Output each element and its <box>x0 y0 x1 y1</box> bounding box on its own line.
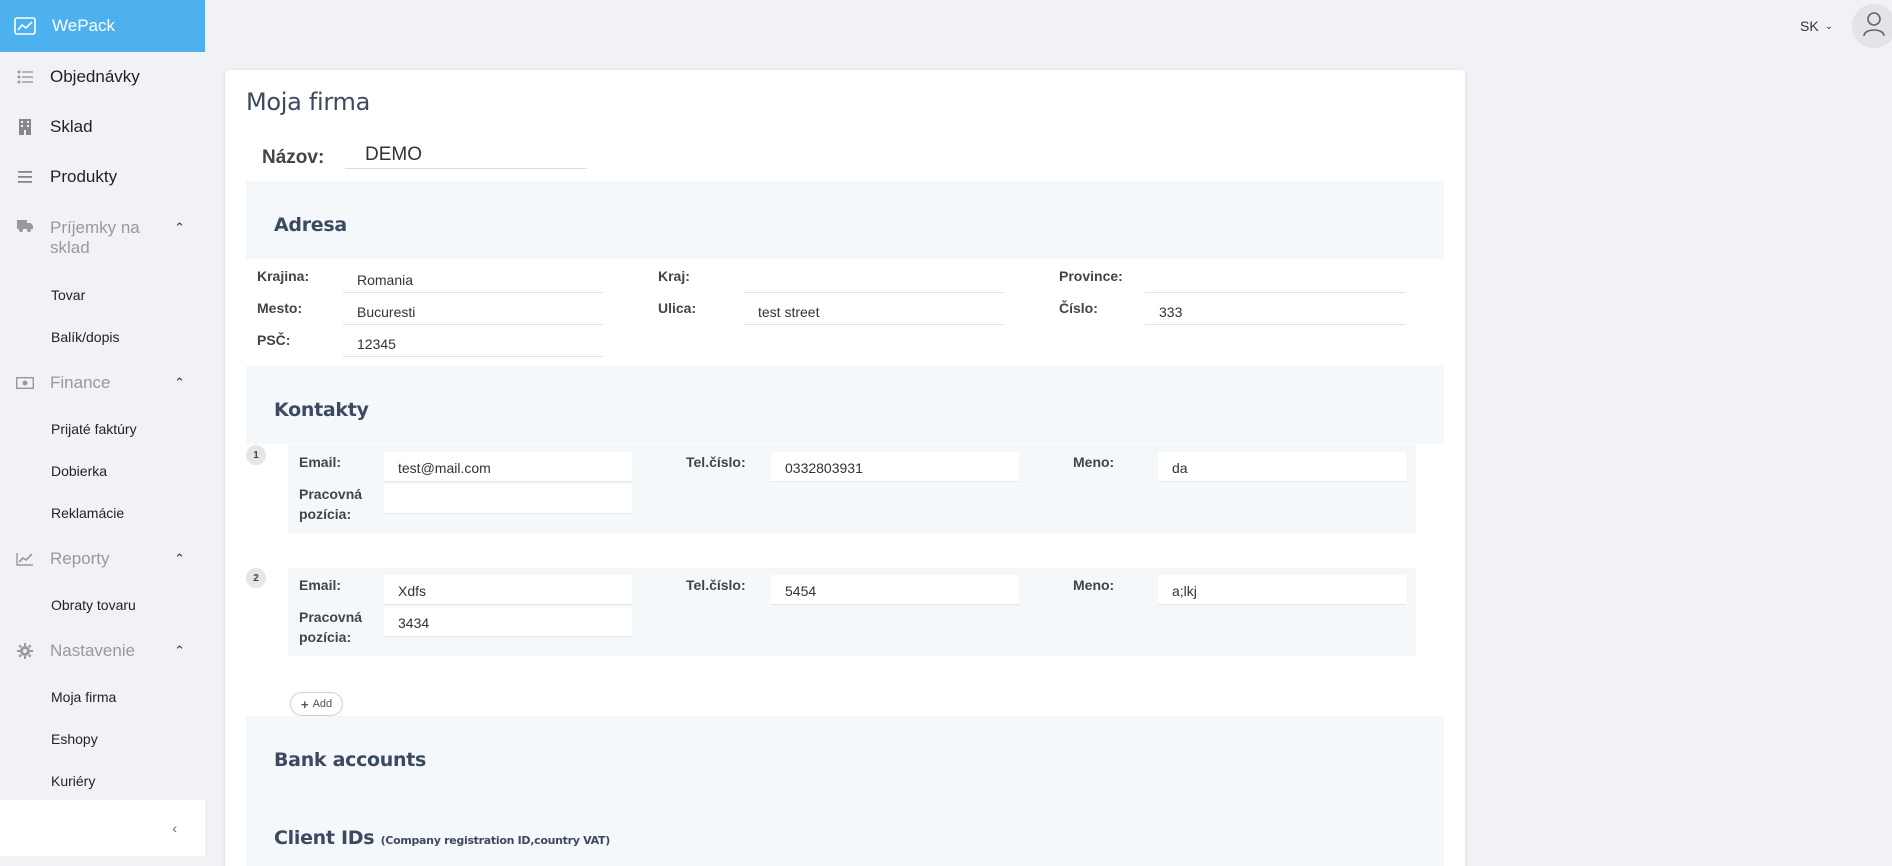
company-name-row: Názov: DEMO <box>262 144 587 169</box>
chart-icon <box>14 16 38 36</box>
sidebar-group-settings[interactable]: Nastavenie ⌃ <box>0 626 205 676</box>
sidebar-group-receipts[interactable]: Príjemky na sklad ⌃ <box>0 202 205 274</box>
sidebar-item-turnover[interactable]: Obraty tovaru <box>0 584 205 626</box>
add-contact-label: Add <box>312 698 333 710</box>
phone-label: Tel.číslo: <box>686 577 746 593</box>
sidebar-item-couriers[interactable]: Kuriéry <box>0 760 205 802</box>
line-chart-icon <box>14 552 36 566</box>
menu-icon <box>14 171 36 183</box>
position-label-line1: Pracovná <box>299 609 363 625</box>
sidebar-item-label: Objednávky <box>50 67 140 86</box>
contacts-section-header: Kontakty <box>246 366 1444 444</box>
address-section-header: Adresa <box>246 181 1444 259</box>
chevron-down-icon: ⌄ <box>1824 20 1834 32</box>
sidebar-group-label: Príjemky na sklad <box>50 218 140 258</box>
sidebar-group-finance[interactable]: Finance ⌃ <box>0 358 205 408</box>
sidebar-item-warehouse[interactable]: Sklad <box>0 102 205 152</box>
plus-icon: + <box>301 696 309 712</box>
name-field[interactable]: da <box>1158 452 1406 482</box>
sidebar-group-label: Finance <box>50 373 111 392</box>
zip-label: PSČ: <box>257 332 291 348</box>
name-label: Meno: <box>1073 577 1115 593</box>
sidebar-item-products[interactable]: Produkty <box>0 152 205 202</box>
company-name-label: Názov: <box>262 147 325 168</box>
sidebar-item-label: Sklad <box>50 117 93 136</box>
street-field[interactable]: test street <box>744 295 1004 325</box>
number-label: Číslo: <box>1059 300 1098 316</box>
number-field[interactable]: 333 <box>1145 295 1405 325</box>
contacts-heading: Kontakty <box>274 399 369 421</box>
company-name-field[interactable]: DEMO <box>345 144 587 169</box>
country-field[interactable]: Romania <box>343 263 603 293</box>
page-title: Moja firma <box>246 88 371 116</box>
street-label: Ulica: <box>658 300 697 316</box>
contact-number-badge: 1 <box>246 445 266 465</box>
add-contact-button[interactable]: + Add <box>290 692 344 716</box>
brand-header[interactable]: WePack <box>0 0 205 52</box>
sidebar-item-orders[interactable]: Objednávky <box>0 52 205 102</box>
contact-number-badge: 2 <box>246 568 266 588</box>
sidebar: WePack Objednávky Sklad Produkty Príjemk… <box>0 0 205 866</box>
region-field[interactable] <box>744 263 1004 293</box>
zip-field[interactable]: 12345 <box>343 327 603 357</box>
chevron-up-icon[interactable]: ⌃ <box>174 220 185 236</box>
sidebar-group-reports[interactable]: Reporty ⌃ <box>0 534 205 584</box>
gear-icon <box>14 643 36 659</box>
province-field[interactable] <box>1145 263 1405 293</box>
name-label: Meno: <box>1073 454 1115 470</box>
sidebar-collapse-button[interactable]: ‹ <box>0 800 205 856</box>
city-label: Mesto: <box>257 300 303 316</box>
sidebar-item-cod[interactable]: Dobierka <box>0 450 205 492</box>
bank-accounts-section: Bank accounts Client IDs (Company regist… <box>246 716 1444 866</box>
email-field[interactable]: test@mail.com <box>384 452 632 482</box>
address-heading: Adresa <box>274 214 347 236</box>
sidebar-group-label: Reporty <box>50 549 110 568</box>
chevron-up-icon[interactable]: ⌃ <box>174 643 185 659</box>
client-ids-note: (Company registration ID,country VAT) <box>380 834 611 847</box>
position-label-line1: Pracovná <box>299 486 363 502</box>
sidebar-item-my-company[interactable]: Moja firma <box>0 676 205 718</box>
phone-field[interactable]: 0332803931 <box>771 452 1019 482</box>
user-avatar[interactable] <box>1852 4 1892 48</box>
money-icon <box>14 377 36 389</box>
language-selector[interactable]: SK ⌄ <box>1800 18 1833 34</box>
position-label: Pracovná pozícia: <box>299 484 362 524</box>
language-label: SK <box>1800 18 1819 34</box>
building-icon <box>14 119 36 135</box>
position-field[interactable]: 3434 <box>384 607 632 637</box>
truck-icon <box>14 220 36 232</box>
chevron-left-icon: ‹ <box>172 820 177 836</box>
chevron-up-icon[interactable]: ⌃ <box>174 551 185 567</box>
sidebar-item-eshops[interactable]: Eshopy <box>0 718 205 760</box>
position-label-line2: pozícia: <box>299 629 352 645</box>
sidebar-group-label-line2: sklad <box>50 238 90 257</box>
client-ids-title: Client IDs <box>274 827 375 849</box>
city-field[interactable]: Bucuresti <box>343 295 603 325</box>
sidebar-item-received-invoices[interactable]: Prijaté faktúry <box>0 408 205 450</box>
country-label: Krajina: <box>257 268 310 284</box>
region-label: Kraj: <box>658 268 690 284</box>
client-ids-heading: Client IDs (Company registration ID,coun… <box>274 827 610 849</box>
position-field[interactable] <box>384 484 632 514</box>
position-label-line2: pozícia: <box>299 506 352 522</box>
sidebar-item-claims[interactable]: Reklamácie <box>0 492 205 534</box>
sidebar-item-parcel[interactable]: Balík/dopis <box>0 316 205 358</box>
sidebar-item-label: Produkty <box>50 167 118 186</box>
position-label: Pracovná pozícia: <box>299 607 362 647</box>
sidebar-item-goods[interactable]: Tovar <box>0 274 205 316</box>
user-icon <box>1862 11 1886 42</box>
email-field[interactable]: Xdfs <box>384 575 632 605</box>
bank-accounts-heading: Bank accounts <box>274 749 427 771</box>
brand-name: WePack <box>52 16 115 35</box>
sidebar-group-label: Nastavenie <box>50 641 136 660</box>
email-label: Email: <box>299 577 342 593</box>
sidebar-group-label-line1: Príjemky na <box>50 218 140 237</box>
province-label: Province: <box>1059 268 1123 284</box>
phone-field[interactable]: 5454 <box>771 575 1019 605</box>
name-field[interactable]: a;lkj <box>1158 575 1406 605</box>
chevron-up-icon[interactable]: ⌃ <box>174 375 185 391</box>
email-label: Email: <box>299 454 342 470</box>
phone-label: Tel.číslo: <box>686 454 746 470</box>
list-icon <box>14 70 36 84</box>
